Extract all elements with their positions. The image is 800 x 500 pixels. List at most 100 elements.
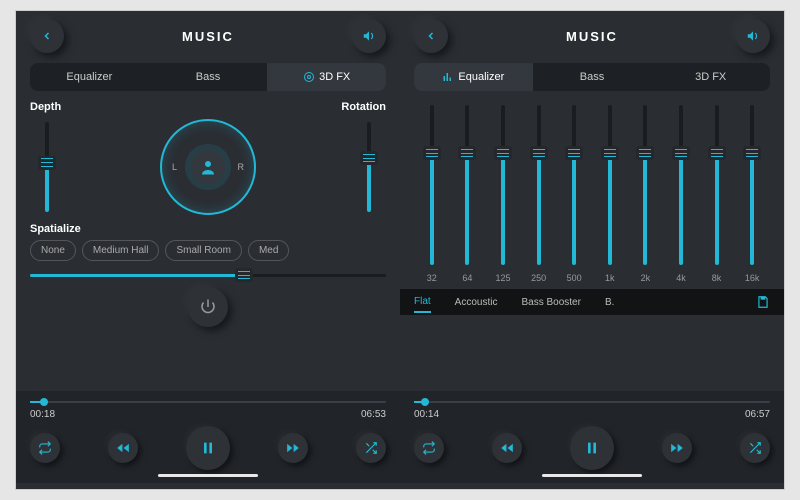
effect-tabs: Equalizer Bass 3D FX xyxy=(414,63,770,91)
dial-left-label: L xyxy=(172,162,177,172)
shuffle-button[interactable] xyxy=(356,433,386,463)
dial-right-label: R xyxy=(238,162,245,172)
equalizer-icon xyxy=(442,71,454,83)
tab-bass[interactable]: Bass xyxy=(533,63,652,91)
frequency-label: 125 xyxy=(485,273,521,283)
eq-band-slider[interactable] xyxy=(663,105,699,269)
eq-band-slider[interactable] xyxy=(485,105,521,269)
preset-item[interactable]: Flat xyxy=(414,296,431,313)
progress-slider[interactable] xyxy=(30,397,386,407)
eq-band-slider[interactable] xyxy=(414,105,450,269)
time-elapsed: 00:18 xyxy=(30,409,55,420)
tab-bass[interactable]: Bass xyxy=(149,63,268,91)
home-indicator xyxy=(542,474,642,477)
pause-icon xyxy=(200,440,216,456)
eq-band-slider[interactable] xyxy=(556,105,592,269)
preset-item[interactable]: Accoustic xyxy=(455,297,498,308)
home-indicator xyxy=(158,474,258,477)
back-button[interactable] xyxy=(30,19,64,53)
page-title: MUSIC xyxy=(182,29,234,44)
time-total: 06:53 xyxy=(361,409,386,420)
fx-icon xyxy=(303,71,315,83)
shuffle-button[interactable] xyxy=(740,433,770,463)
effect-tabs: Equalizer Bass 3D FX xyxy=(30,63,386,91)
tab-3dfx-label: 3D FX xyxy=(319,71,350,83)
frequency-label: 16k xyxy=(734,273,770,283)
app-frame: MUSIC Equalizer Bass 3D FX Depth Rotatio… xyxy=(15,10,785,490)
speaker-icon xyxy=(746,29,760,43)
eq-band-slider[interactable] xyxy=(592,105,628,269)
time-total: 06:57 xyxy=(745,409,770,420)
chevron-left-icon xyxy=(41,30,53,42)
frequency-label: 250 xyxy=(521,273,557,283)
repeat-icon xyxy=(38,441,52,455)
frequency-label: 32 xyxy=(414,273,450,283)
save-preset-button[interactable] xyxy=(756,295,770,309)
spatialize-chip[interactable]: None xyxy=(30,240,76,261)
speaker-icon xyxy=(362,29,376,43)
spatialize-chips: None Medium HallSmall Room Med xyxy=(30,240,386,261)
player-bar: 00:18 06:53 xyxy=(16,391,400,483)
spatialize-chip[interactable]: Small Room xyxy=(165,240,241,261)
spatial-dial[interactable]: L R xyxy=(160,119,256,215)
rewind-icon xyxy=(500,441,514,455)
tab-equalizer-label: Equalizer xyxy=(458,71,504,83)
shuffle-icon xyxy=(364,441,378,455)
time-elapsed: 00:14 xyxy=(414,409,439,420)
frequency-labels: 32641252505001k2k4k8k16k xyxy=(414,271,770,289)
rotation-label: Rotation xyxy=(341,101,386,113)
tab-3dfx[interactable]: 3D FX xyxy=(267,63,386,91)
frequency-label: 64 xyxy=(450,273,486,283)
frequency-label: 8k xyxy=(699,273,735,283)
preset-bar: Flat Accoustic Bass Booster B. xyxy=(400,289,784,315)
frequency-label: 4k xyxy=(663,273,699,283)
spatialize-chip[interactable]: Medium Hall xyxy=(82,240,160,261)
screen-3dfx: MUSIC Equalizer Bass 3D FX Depth Rotatio… xyxy=(16,11,400,489)
rotation-slider[interactable] xyxy=(352,122,386,212)
header: MUSIC xyxy=(414,19,770,53)
pause-icon xyxy=(584,440,600,456)
frequency-label: 500 xyxy=(556,273,592,283)
preset-item[interactable]: Bass Booster xyxy=(521,297,580,308)
tab-equalizer[interactable]: Equalizer xyxy=(414,63,533,91)
eq-band-slider[interactable] xyxy=(521,105,557,269)
repeat-icon xyxy=(422,441,436,455)
back-button[interactable] xyxy=(414,19,448,53)
volume-button[interactable] xyxy=(352,19,386,53)
spatialize-chip[interactable]: Med xyxy=(248,240,289,261)
eq-band-slider[interactable] xyxy=(450,105,486,269)
page-title: MUSIC xyxy=(566,29,618,44)
preset-item[interactable]: B. xyxy=(605,297,614,308)
forward-icon xyxy=(286,441,300,455)
forward-icon xyxy=(670,441,684,455)
screen-equalizer: MUSIC Equalizer Bass 3D FX 3264125250500… xyxy=(400,11,784,489)
rewind-button[interactable] xyxy=(108,433,138,463)
frequency-label: 2k xyxy=(628,273,664,283)
depth-slider[interactable] xyxy=(30,122,64,212)
repeat-button[interactable] xyxy=(414,433,444,463)
dial-center-icon xyxy=(191,150,225,184)
fx-controls: L R xyxy=(30,117,386,217)
forward-button[interactable] xyxy=(662,433,692,463)
repeat-button[interactable] xyxy=(30,433,60,463)
power-button[interactable] xyxy=(188,287,228,327)
spatialize-slider[interactable] xyxy=(30,271,386,279)
forward-button[interactable] xyxy=(278,433,308,463)
depth-label: Depth xyxy=(30,101,61,113)
volume-button[interactable] xyxy=(736,19,770,53)
progress-slider[interactable] xyxy=(414,397,770,407)
tab-3dfx[interactable]: 3D FX xyxy=(651,63,770,91)
spatialize-label: Spatialize xyxy=(30,223,386,235)
pause-button[interactable] xyxy=(186,426,230,470)
shuffle-icon xyxy=(748,441,762,455)
eq-band-slider[interactable] xyxy=(734,105,770,269)
rewind-button[interactable] xyxy=(492,433,522,463)
eq-band-slider[interactable] xyxy=(699,105,735,269)
eq-band-slider[interactable] xyxy=(628,105,664,269)
player-bar: 00:14 06:57 xyxy=(400,391,784,483)
pause-button[interactable] xyxy=(570,426,614,470)
tab-equalizer[interactable]: Equalizer xyxy=(30,63,149,91)
save-icon xyxy=(756,295,770,309)
equalizer-bands xyxy=(414,101,770,271)
rewind-icon xyxy=(116,441,130,455)
